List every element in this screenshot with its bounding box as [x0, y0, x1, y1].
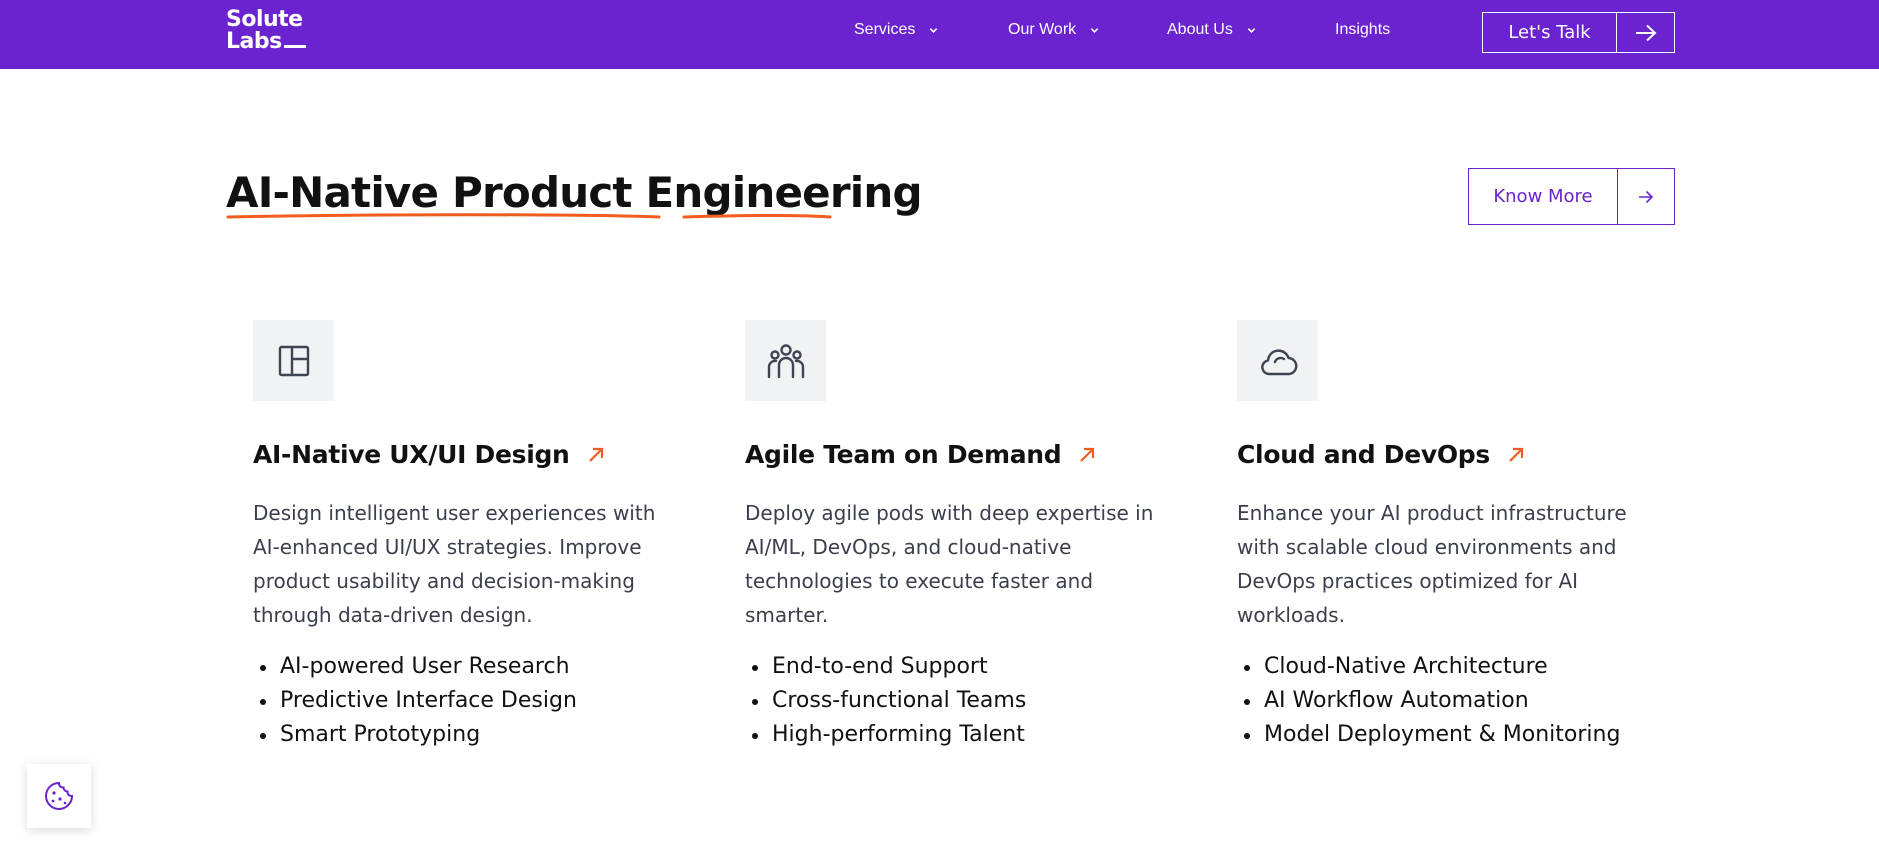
cloud-icon [1260, 348, 1297, 375]
chevron-down-icon [930, 27, 938, 33]
nav-services[interactable]: Services [854, 21, 938, 39]
card-description: Deploy agile pods with deep expertise in… [745, 501, 1154, 627]
card-icon-box [745, 320, 826, 401]
list-item: Predictive Interface Design [253, 684, 577, 718]
lets-talk-button[interactable]: Let's Talk [1482, 12, 1675, 53]
nav-about-us-label: About Us [1167, 21, 1233, 38]
list-item: Smart Prototyping [253, 718, 577, 752]
nav-about-us[interactable]: About Us [1167, 21, 1256, 39]
card-title: Cloud and DevOps [1237, 440, 1490, 469]
service-card-cloud-devops: Cloud and DevOps Enhance your AI product… [1237, 320, 1657, 747]
list-item: High-performing Talent [745, 718, 1026, 752]
card-title-link[interactable]: Cloud and DevOps [1237, 440, 1524, 469]
logo-line2: Labs [226, 29, 282, 54]
arrow-up-right-icon [1080, 447, 1095, 462]
card-title: Agile Team on Demand [745, 440, 1062, 469]
card-icon-box [253, 320, 334, 401]
card-title-link[interactable]: AI-Native UX/UI Design [253, 440, 604, 469]
logo[interactable]: Solute Labs [226, 9, 306, 53]
know-more-label: Know More [1469, 169, 1618, 224]
card-description: Enhance your AI product infrastructure w… [1237, 501, 1627, 627]
card-description: Design intelligent user experiences with… [253, 501, 656, 627]
chevron-down-icon [1247, 27, 1256, 33]
arrow-right-icon [1618, 169, 1674, 224]
card-title-link[interactable]: Agile Team on Demand [745, 440, 1095, 469]
lets-talk-label: Let's Talk [1483, 13, 1617, 52]
team-icon [767, 343, 804, 378]
card-title: AI-Native UX/UI Design [253, 440, 570, 469]
card-bullet-list: Cloud-Native Architecture AI Workflow Au… [1237, 650, 1620, 752]
title-underline [226, 213, 832, 219]
arrow-up-right-icon [1509, 447, 1524, 462]
list-item: Cloud-Native Architecture [1237, 650, 1620, 684]
logo-underscore [283, 45, 306, 48]
nav-services-label: Services [854, 21, 916, 38]
nav-insights[interactable]: Insights [1335, 21, 1390, 39]
service-card-ux-ui: AI-Native UX/UI Design Design intelligen… [253, 320, 673, 747]
service-card-agile-team: Agile Team on Demand Deploy agile pods w… [745, 320, 1165, 747]
list-item: Cross-functional Teams [745, 684, 1026, 718]
list-item: AI Workflow Automation [1237, 684, 1620, 718]
nav-our-work-label: Our Work [1008, 21, 1077, 38]
list-item: AI-powered User Research [253, 650, 577, 684]
chevron-down-icon [1090, 27, 1099, 33]
site-header: Solute Labs Services Our Work About Us I… [0, 0, 1879, 69]
cookie-icon [45, 781, 74, 810]
nav-insights-label: Insights [1335, 21, 1391, 38]
section-title: AI-Native Product Engineering [226, 168, 923, 217]
layout-icon [278, 345, 309, 376]
list-item: End-to-end Support [745, 650, 1026, 684]
nav-our-work[interactable]: Our Work [1008, 21, 1099, 39]
arrow-up-right-icon [588, 447, 603, 462]
card-bullet-list: AI-powered User Research Predictive Inte… [253, 650, 577, 752]
know-more-button[interactable]: Know More [1468, 168, 1675, 225]
arrow-right-icon [1617, 13, 1674, 52]
card-bullet-list: End-to-end Support Cross-functional Team… [745, 650, 1026, 752]
cookie-settings-button[interactable] [27, 764, 91, 828]
list-item: Model Deployment & Monitoring [1237, 718, 1620, 752]
card-icon-box [1237, 320, 1318, 401]
